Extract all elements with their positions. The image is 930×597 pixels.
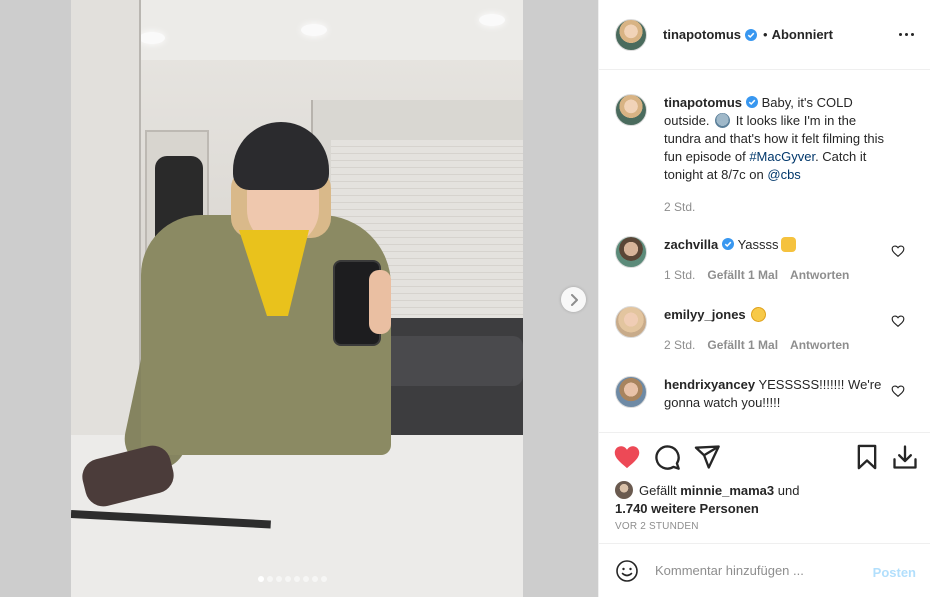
likes-and: und <box>777 483 800 498</box>
likes-prefix: Gefällt <box>639 483 677 498</box>
action-icons-bar <box>613 443 919 473</box>
carousel-dot <box>294 576 300 582</box>
mention-link[interactable]: @cbs <box>767 167 800 182</box>
comment-item: zachvilla Yassss 1 Std. Gefällt 1 Mal An… <box>615 236 915 284</box>
verified-badge-icon <box>746 96 758 108</box>
reply-button[interactable]: Antworten <box>790 266 849 284</box>
caption-username[interactable]: tinapotomus <box>664 95 742 110</box>
carousel-dot <box>285 576 291 582</box>
share-icon[interactable] <box>693 443 721 471</box>
post-comment-button[interactable]: Posten <box>873 565 916 580</box>
post-side-panel: tinapotomus • Abonniert tinapotomus Baby… <box>598 0 930 597</box>
comment-item: hendrixyancey YESSSSS!!!!!!! We're gonna… <box>615 376 915 412</box>
comments-list: tinapotomus Baby, it's COLD outside. It … <box>599 70 930 432</box>
author-avatar[interactable] <box>615 18 647 51</box>
post-media-area <box>0 0 598 597</box>
liker-avatar[interactable] <box>615 481 633 499</box>
likes-others-link[interactable]: 1.740 weitere Personen <box>615 501 759 516</box>
carousel-dot <box>321 576 327 582</box>
commenter-avatar[interactable] <box>615 306 647 338</box>
comment-item: emilyy_jones 2 Std. Gefällt 1 Mal Antwor… <box>615 306 915 354</box>
add-comment-form: Posten <box>599 543 930 597</box>
likes-summary: Gefällt minnie_mama3 und 1.740 weitere P… <box>615 481 915 518</box>
photo-person-hand <box>369 270 391 334</box>
raised-hands-emoji-icon <box>780 237 796 252</box>
cold-face-emoji-icon <box>715 113 731 128</box>
comment-time[interactable]: 2 Std. <box>664 336 695 354</box>
photo-sofa-cushion <box>371 336 523 386</box>
verified-badge-icon <box>745 28 757 41</box>
more-options-icon[interactable] <box>899 27 917 41</box>
carousel-dot <box>303 576 309 582</box>
photo-ceiling-light <box>301 24 327 36</box>
commenter-username[interactable]: emilyy_jones <box>664 307 746 322</box>
post-header: tinapotomus • Abonniert <box>599 0 930 70</box>
photo-ceiling-light <box>479 14 505 26</box>
caption: tinapotomus Baby, it's COLD outside. It … <box>615 94 915 216</box>
comment-text: hendrixyancey YESSSSS!!!!!!! We're gonna… <box>664 376 894 412</box>
heart-outline-icon[interactable] <box>891 314 905 328</box>
commenter-avatar[interactable] <box>615 376 647 408</box>
comment-likes-count[interactable]: Gefällt 1 Mal <box>707 336 778 354</box>
comment-text: emilyy_jones 2 Std. Gefällt 1 Mal Antwor… <box>664 306 894 354</box>
post-actions: Gefällt minnie_mama3 und 1.740 weitere P… <box>599 432 930 532</box>
carousel-dot <box>258 576 264 582</box>
hashtag-link[interactable]: #MacGyver <box>749 149 815 164</box>
author-username[interactable]: tinapotomus <box>663 27 741 42</box>
comment-likes-count[interactable]: Gefällt 1 Mal <box>707 266 778 284</box>
comment-text: zachvilla Yassss 1 Std. Gefällt 1 Mal An… <box>664 236 894 284</box>
comment-meta: 2 Std. Gefällt 1 Mal Antworten <box>664 336 894 354</box>
bookmark-icon[interactable] <box>853 443 881 471</box>
comment-icon[interactable] <box>653 443 681 471</box>
heart-outline-icon[interactable] <box>891 384 905 398</box>
instagram-post-dialog: tinapotomus • Abonniert tinapotomus Baby… <box>0 0 930 597</box>
chevron-right-icon <box>570 293 578 306</box>
comment-meta: 1 Std. Gefällt 1 Mal Antworten <box>664 266 894 284</box>
comment-input[interactable] <box>655 563 855 578</box>
carousel-dot <box>267 576 273 582</box>
caption-text: tinapotomus Baby, it's COLD outside. It … <box>664 94 894 216</box>
carousel-dots <box>258 576 327 584</box>
verified-badge-icon <box>722 238 735 250</box>
reply-button[interactable]: Antworten <box>790 336 849 354</box>
carousel-dot <box>312 576 318 582</box>
liker-username[interactable]: minnie_mama3 <box>680 483 774 498</box>
post-photo[interactable] <box>71 0 523 597</box>
photo-ceiling-light <box>139 32 165 44</box>
header-separator: • <box>763 27 768 42</box>
caption-time[interactable]: 2 Std. <box>664 198 695 216</box>
heart-filled-icon[interactable] <box>613 443 641 471</box>
caption-avatar[interactable] <box>615 94 647 126</box>
smiley-icon[interactable] <box>615 559 639 583</box>
post-timestamp[interactable]: VOR 2 STUNDEN <box>615 521 699 532</box>
carousel-next-button[interactable] <box>561 287 586 312</box>
download-icon[interactable] <box>891 443 919 471</box>
heart-outline-icon[interactable] <box>891 244 905 258</box>
follow-status-button[interactable]: Abonniert <box>772 27 833 42</box>
caption-meta: 2 Std. <box>664 198 894 216</box>
commenter-username[interactable]: zachvilla <box>664 237 718 252</box>
heart-eyes-emoji-icon <box>751 307 767 322</box>
commenter-username[interactable]: hendrixyancey <box>664 377 755 392</box>
carousel-dot <box>276 576 282 582</box>
comment-body: Yassss <box>737 237 779 252</box>
commenter-avatar[interactable] <box>615 236 647 268</box>
comment-time[interactable]: 1 Std. <box>664 266 695 284</box>
